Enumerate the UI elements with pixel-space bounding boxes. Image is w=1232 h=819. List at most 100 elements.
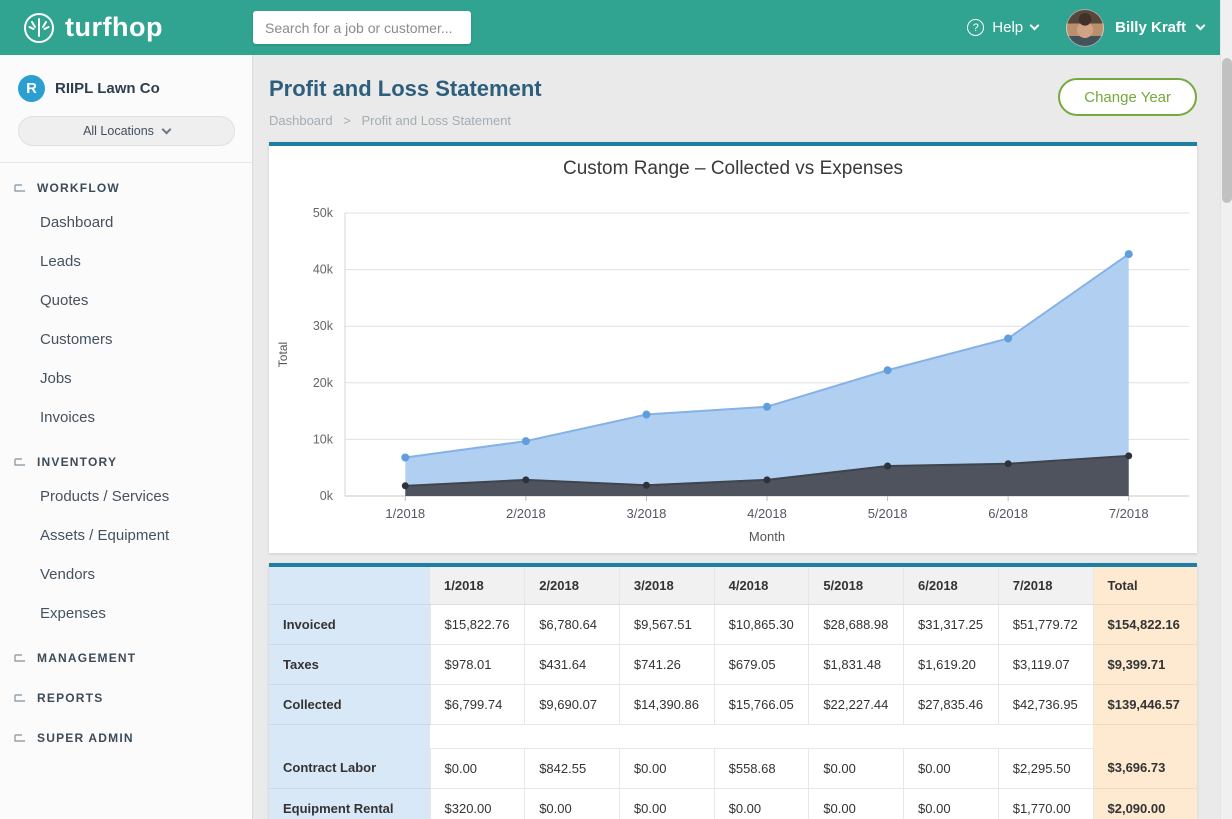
data-point-collected[interactable] bbox=[763, 403, 771, 411]
data-point-collected[interactable] bbox=[1125, 250, 1133, 258]
sidebar-item-customers[interactable]: Customers bbox=[0, 320, 252, 359]
column-header: 3/2018 bbox=[619, 567, 714, 604]
data-point-expenses[interactable] bbox=[764, 476, 771, 483]
separator-cell bbox=[430, 724, 1093, 748]
data-point-collected[interactable] bbox=[884, 366, 892, 374]
data-point-expenses[interactable] bbox=[522, 476, 529, 483]
data-point-expenses[interactable] bbox=[1005, 460, 1012, 467]
breadcrumb-current: Profit and Loss Statement bbox=[361, 113, 511, 128]
search-input[interactable] bbox=[253, 11, 471, 44]
table-cell: $0.00 bbox=[904, 748, 999, 788]
table-cell: $15,766.05 bbox=[714, 684, 809, 724]
company: R RIIPL Lawn Co bbox=[0, 55, 252, 116]
y-tick-label: 30k bbox=[313, 319, 334, 333]
data-point-expenses[interactable] bbox=[884, 463, 891, 470]
data-point-expenses[interactable] bbox=[402, 482, 409, 489]
table-cell: $0.00 bbox=[809, 788, 904, 819]
table-cell: $6,799.74 bbox=[430, 684, 525, 724]
column-header: 1/2018 bbox=[430, 567, 525, 604]
table-cell: $28,688.98 bbox=[809, 604, 904, 644]
table-cell: $679.05 bbox=[714, 644, 809, 684]
change-year-button[interactable]: Change Year bbox=[1058, 78, 1197, 116]
table-cell: $0.00 bbox=[809, 748, 904, 788]
sidebar-section-label: WORKFLOW bbox=[37, 181, 120, 195]
pl-chart-svg: 0k10k20k30k40k50k1/20182/20183/20184/201… bbox=[269, 180, 1197, 548]
data-point-collected[interactable] bbox=[401, 454, 409, 462]
table-cell: $9,567.51 bbox=[619, 604, 714, 644]
help-label: Help bbox=[992, 19, 1023, 36]
company-name: RIIPL Lawn Co bbox=[55, 80, 160, 97]
user-menu[interactable]: Billy Kraft bbox=[1066, 9, 1204, 47]
turfhop-logo[interactable]: turfhop bbox=[22, 11, 253, 45]
sidebar-item-expenses[interactable]: Expenses bbox=[0, 594, 252, 633]
chevron-down-icon bbox=[1196, 21, 1206, 31]
row-label: Taxes bbox=[269, 644, 430, 684]
row-label: Contract Labor bbox=[269, 748, 430, 788]
row-total: $154,822.16 bbox=[1093, 604, 1197, 644]
sidebar-item-vendors[interactable]: Vendors bbox=[0, 555, 252, 594]
sidebar-section-workflow[interactable]: WORKFLOW bbox=[0, 163, 252, 203]
sidebar-section-management[interactable]: MANAGEMENT bbox=[0, 633, 252, 673]
sidebar-item-dashboard[interactable]: Dashboard bbox=[0, 203, 252, 242]
sidebar-section-label: REPORTS bbox=[37, 691, 103, 705]
sidebar-item-products-services[interactable]: Products / Services bbox=[0, 477, 252, 516]
data-point-collected[interactable] bbox=[522, 437, 530, 445]
scrollbar-thumb[interactable] bbox=[1222, 58, 1232, 203]
table-cell: $0.00 bbox=[619, 748, 714, 788]
sidebar-section-inventory[interactable]: INVENTORY bbox=[0, 437, 252, 477]
table-cell: $10,865.30 bbox=[714, 604, 809, 644]
sidebar-section-reports[interactable]: REPORTS bbox=[0, 673, 252, 713]
location-filter[interactable]: All Locations bbox=[18, 116, 235, 146]
x-tick-label: 7/2018 bbox=[1109, 506, 1149, 521]
table-cell: $15,822.76 bbox=[430, 604, 525, 644]
data-point-expenses[interactable] bbox=[643, 482, 650, 489]
sidebar: R RIIPL Lawn Co All Locations WORKFLOW Da… bbox=[0, 55, 253, 819]
sidebar-section-label: INVENTORY bbox=[37, 455, 117, 469]
sidebar-item-leads[interactable]: Leads bbox=[0, 242, 252, 281]
table-row: Taxes$978.01$431.64$741.26$679.05$1,831.… bbox=[269, 644, 1197, 684]
y-tick-label: 20k bbox=[313, 376, 334, 390]
breadcrumb: Dashboard > Profit and Loss Statement bbox=[269, 113, 542, 128]
data-point-collected[interactable] bbox=[642, 411, 650, 419]
table-cell: $3,119.07 bbox=[998, 644, 1093, 684]
sidebar-item-invoices[interactable]: Invoices bbox=[0, 398, 252, 437]
location-filter-label: All Locations bbox=[83, 124, 154, 138]
tree-icon bbox=[14, 732, 27, 744]
table-cell: $6,780.64 bbox=[525, 604, 620, 644]
table-row: Contract Labor$0.00$842.55$0.00$558.68$0… bbox=[269, 748, 1197, 788]
topbar-right: ? Help Billy Kraft bbox=[967, 9, 1232, 47]
breadcrumb-dashboard[interactable]: Dashboard bbox=[269, 113, 333, 128]
table-cell: $431.64 bbox=[525, 644, 620, 684]
column-header: Total bbox=[1093, 567, 1197, 604]
sidebar-item-quotes[interactable]: Quotes bbox=[0, 281, 252, 320]
tree-icon bbox=[14, 692, 27, 704]
sidebar-item-assets-equipment[interactable]: Assets / Equipment bbox=[0, 516, 252, 555]
table-cell: $741.26 bbox=[619, 644, 714, 684]
table-cell: $1,619.20 bbox=[904, 644, 999, 684]
chevron-down-icon bbox=[161, 124, 171, 134]
data-point-expenses[interactable] bbox=[1125, 452, 1132, 459]
table-cell: $9,690.07 bbox=[525, 684, 620, 724]
table-cell: $0.00 bbox=[430, 748, 525, 788]
table-separator-row bbox=[269, 724, 1197, 748]
table-cell: $1,831.48 bbox=[809, 644, 904, 684]
column-header: 4/2018 bbox=[714, 567, 809, 604]
table-cell: $42,736.95 bbox=[998, 684, 1093, 724]
y-axis-label: Total bbox=[276, 342, 290, 367]
table-cell: $1,770.00 bbox=[998, 788, 1093, 819]
row-label: Equipment Rental bbox=[269, 788, 430, 819]
help-menu[interactable]: ? Help bbox=[967, 19, 1038, 36]
page-scrollbar[interactable] bbox=[1220, 0, 1232, 819]
x-tick-label: 4/2018 bbox=[747, 506, 787, 521]
table-row: Equipment Rental$320.00$0.00$0.00$0.00$0… bbox=[269, 788, 1197, 819]
data-point-collected[interactable] bbox=[1004, 334, 1012, 342]
table-cell: $14,390.86 bbox=[619, 684, 714, 724]
help-icon: ? bbox=[967, 19, 984, 36]
y-tick-label: 40k bbox=[313, 263, 334, 277]
column-header: 2/2018 bbox=[525, 567, 620, 604]
tree-icon bbox=[14, 652, 27, 664]
sidebar-item-jobs[interactable]: Jobs bbox=[0, 359, 252, 398]
sidebar-section-super-admin[interactable]: SUPER ADMIN bbox=[0, 713, 252, 753]
table-row: Invoiced$15,822.76$6,780.64$9,567.51$10,… bbox=[269, 604, 1197, 644]
column-header: 7/2018 bbox=[998, 567, 1093, 604]
